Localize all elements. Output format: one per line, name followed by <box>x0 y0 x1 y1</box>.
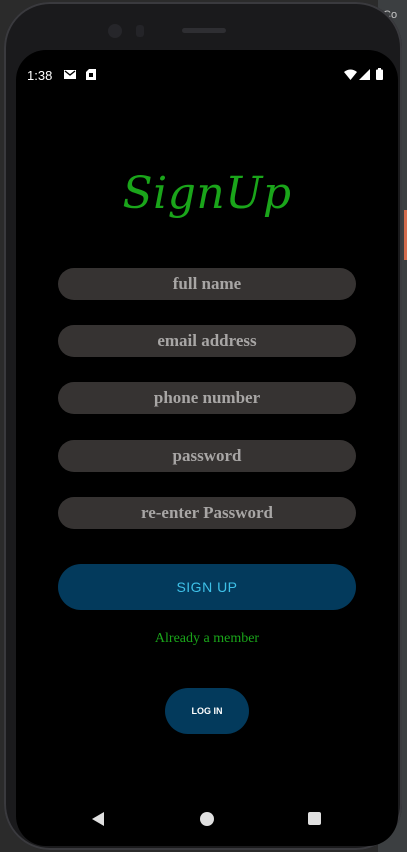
home-icon[interactable] <box>200 812 214 826</box>
page-title: SignUp <box>122 168 292 219</box>
email-field[interactable]: email address <box>58 325 356 357</box>
full-name-field[interactable]: full name <box>58 268 356 300</box>
cell-signal-icon <box>359 69 370 80</box>
device-frame: 1:38 SignUp full name email address phon… <box>4 2 402 850</box>
battery-icon <box>376 68 383 80</box>
earpiece-speaker <box>182 28 226 33</box>
app-screen: 1:38 SignUp full name email address phon… <box>16 50 398 846</box>
status-bar: 1:38 <box>16 64 398 88</box>
log-in-button[interactable]: LOG IN <box>165 688 249 734</box>
system-nav-bar <box>16 804 398 836</box>
proximity-sensor <box>136 25 144 37</box>
wifi-icon <box>344 69 357 80</box>
sim-card-icon <box>86 69 96 80</box>
already-member-text: Already a member <box>154 631 260 646</box>
back-icon[interactable] <box>92 812 104 826</box>
reenter-password-field[interactable]: re-enter Password <box>58 497 356 529</box>
phone-field[interactable]: phone number <box>58 382 356 414</box>
password-field[interactable]: password <box>58 440 356 472</box>
sign-up-button[interactable]: SIGN UP <box>58 564 356 610</box>
recents-icon[interactable] <box>308 812 321 825</box>
status-time: 1:38 <box>27 68 53 83</box>
front-camera <box>108 24 122 38</box>
gmail-icon <box>64 70 76 79</box>
